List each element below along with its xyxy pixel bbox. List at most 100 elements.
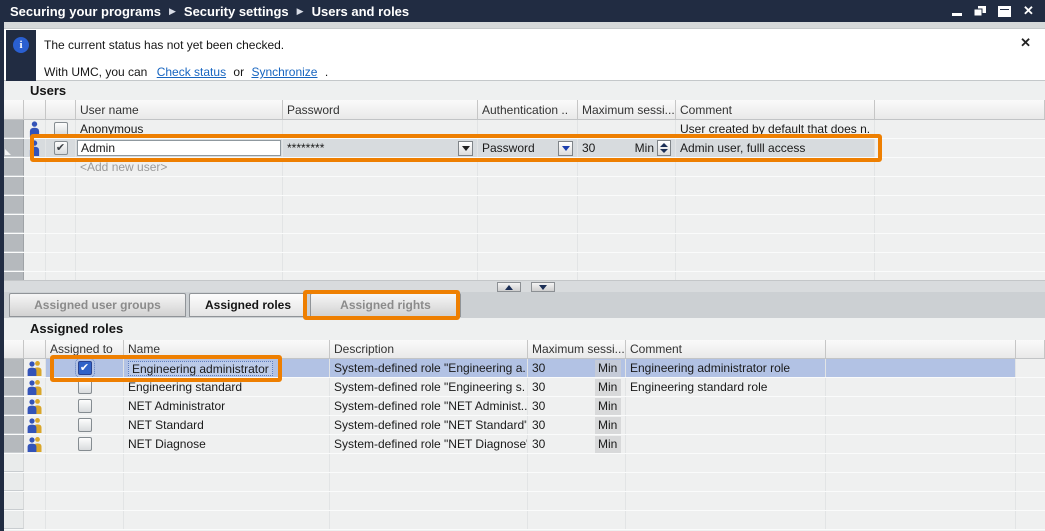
filler-cell: [875, 158, 1045, 176]
column-header-name[interactable]: Name: [124, 340, 330, 358]
scroll-up-icon: [505, 284, 513, 290]
row-selector[interactable]: [4, 397, 24, 415]
breadcrumb-item[interactable]: Security settings: [184, 4, 289, 19]
add-new-user-cell[interactable]: <Add new user>: [76, 158, 283, 176]
info-icon: i: [13, 37, 29, 53]
breadcrumb-item[interactable]: Securing your programs: [10, 4, 161, 19]
row-selector[interactable]: [4, 139, 24, 157]
scroll-up-button[interactable]: [497, 282, 521, 292]
role-name-cell[interactable]: Engineering administrator: [128, 360, 273, 376]
session-spinner[interactable]: [657, 140, 671, 156]
max-session-cell: [578, 158, 676, 176]
roles-table-header: Assigned to Name Description Maximum ses…: [4, 340, 1045, 359]
role-description-cell: System-defined role "NET Standard": [330, 416, 528, 434]
role-row-engineering-administrator: Engineering administrator System-defined…: [4, 359, 1045, 378]
breadcrumb-item[interactable]: Users and roles: [312, 4, 410, 19]
filler-cell: [875, 120, 1045, 138]
empty-row: [4, 177, 1045, 196]
column-header-comment[interactable]: Comment: [676, 100, 875, 119]
comment-cell[interactable]: Engineering standard role: [626, 378, 826, 396]
role-name-cell[interactable]: NET Administrator: [124, 397, 330, 415]
user-icon: [24, 120, 46, 138]
close-window-icon[interactable]: ✕: [1022, 4, 1035, 17]
user-name-input[interactable]: Admin: [77, 140, 281, 156]
column-header-password[interactable]: Password: [283, 100, 478, 119]
comment-cell[interactable]: User created by default that does n.: [676, 120, 875, 138]
authentication-cell: [478, 158, 578, 176]
user-enabled-checkbox[interactable]: [53, 141, 68, 155]
password-dropdown-icon[interactable]: [458, 140, 473, 156]
tab-assigned-rights[interactable]: Assigned rights: [310, 293, 461, 317]
row-selector[interactable]: [4, 120, 24, 138]
empty-row: [4, 253, 1045, 272]
restore-icon[interactable]: [974, 5, 987, 17]
column-header-max-session[interactable]: Maximum sessi...: [528, 340, 626, 358]
filler-cell: [826, 397, 1016, 415]
max-session-unit: Min: [595, 359, 621, 377]
empty-row: [4, 492, 1045, 511]
comment-cell[interactable]: [626, 416, 826, 434]
role-assigned-checkbox[interactable]: [77, 380, 92, 394]
maximize-icon[interactable]: [998, 5, 1011, 17]
role-description-cell: System-defined role "Engineering a.: [330, 359, 528, 377]
minimize-icon[interactable]: [950, 5, 963, 17]
row-selector[interactable]: [4, 359, 24, 377]
user-enabled-checkbox[interactable]: [53, 122, 68, 136]
role-assigned-checkbox[interactable]: [77, 399, 92, 413]
header-cell: [4, 340, 24, 358]
users-section-title: Users: [30, 83, 67, 98]
filler-cell: [826, 359, 1016, 377]
empty-row: [4, 454, 1045, 473]
max-session-cell: 30 Min: [528, 359, 626, 377]
comment-cell[interactable]: [626, 435, 826, 453]
header-cell: [46, 100, 76, 119]
column-header-description[interactable]: Description: [330, 340, 528, 358]
role-description-cell: System-defined role "NET Diagnose": [330, 435, 528, 453]
header-cell: [875, 100, 1045, 119]
tab-assigned-user-groups[interactable]: Assigned user groups: [9, 293, 186, 317]
column-header-user-name[interactable]: User name: [76, 100, 283, 119]
filler-cell: [1016, 397, 1045, 415]
comment-cell[interactable]: Engineering administrator role: [626, 359, 826, 377]
role-row-engineering-standard: Engineering standard System-defined role…: [4, 378, 1045, 397]
comment-cell[interactable]: Admin user, fulll access: [676, 139, 875, 157]
authentication-select[interactable]: Password: [478, 139, 578, 157]
synchronize-link[interactable]: Synchronize: [251, 65, 317, 79]
authentication-dropdown-icon[interactable]: [558, 140, 573, 156]
comment-cell[interactable]: [626, 397, 826, 415]
row-selector[interactable]: [4, 435, 24, 453]
tab-assigned-roles[interactable]: Assigned roles: [189, 293, 307, 317]
banner-close-icon[interactable]: ✕: [1020, 35, 1031, 51]
user-group-icon: [24, 378, 46, 396]
role-assigned-checkbox[interactable]: [74, 359, 95, 377]
icon-cell: [24, 158, 46, 176]
filler-cell: [1016, 435, 1045, 453]
filler-cell: [1016, 359, 1045, 377]
row-selector[interactable]: [4, 416, 24, 434]
user-group-icon: [24, 435, 46, 453]
role-name-cell[interactable]: NET Standard: [124, 416, 330, 434]
scroll-down-button[interactable]: [531, 282, 555, 292]
password-field[interactable]: ********: [283, 139, 478, 157]
column-header-assigned-to[interactable]: Assigned to: [46, 340, 124, 358]
max-session-value: 30: [582, 141, 596, 155]
check-status-link[interactable]: Check status: [157, 65, 226, 79]
users-table-header: User name Password Authentication .. Max…: [4, 100, 1045, 120]
max-session-field[interactable]: 30 Min: [578, 139, 676, 157]
role-description-cell: System-defined role "NET Administ...: [330, 397, 528, 415]
role-name-cell[interactable]: NET Diagnose: [124, 435, 330, 453]
max-session-unit: Min: [595, 378, 621, 396]
role-name-cell[interactable]: Engineering standard: [124, 378, 330, 396]
role-row-net-administrator: NET Administrator System-defined role "N…: [4, 397, 1045, 416]
role-assigned-checkbox[interactable]: [77, 418, 92, 432]
role-assigned-checkbox[interactable]: [77, 437, 92, 451]
column-header-authentication[interactable]: Authentication ..: [478, 100, 578, 119]
detail-tabbar: Assigned user groups Assigned roles Assi…: [4, 292, 1045, 318]
user-name-cell[interactable]: Anonymous: [76, 120, 283, 138]
row-selector[interactable]: [4, 378, 24, 396]
window-controls: ✕: [950, 0, 1035, 22]
users-and-roles-window: Securing your programs ▶ Security settin…: [0, 0, 1045, 531]
column-header-max-session[interactable]: Maximum sessi...: [578, 100, 676, 119]
header-cell: [4, 100, 24, 119]
column-header-comment[interactable]: Comment: [626, 340, 826, 358]
